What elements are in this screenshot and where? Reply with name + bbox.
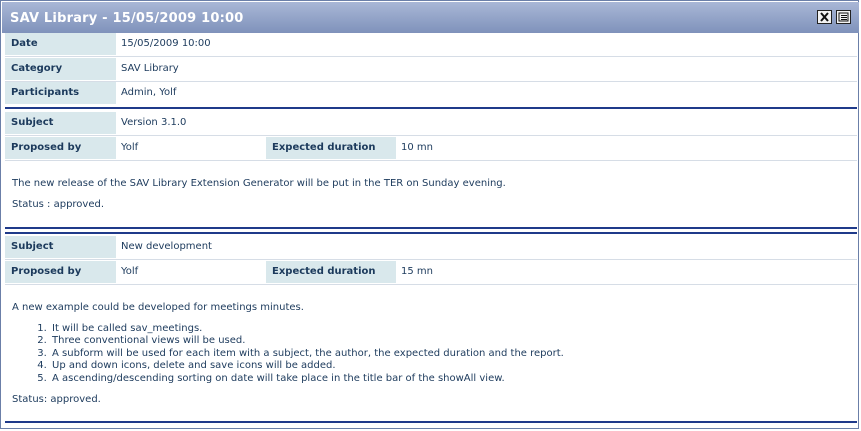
section-divider — [5, 227, 857, 229]
section-divider — [5, 107, 857, 109]
expected-duration-label: Expected duration — [266, 137, 396, 159]
item-status-text: Status : approved. — [12, 199, 105, 210]
date-label: Date — [5, 33, 116, 55]
close-icon[interactable] — [817, 10, 832, 24]
item-proposed-row: Proposed by Yolf Expected duration 15 mn — [5, 261, 857, 283]
list-item: It will be called sav_meetings. — [50, 323, 564, 335]
meeting-window: SAV Library - 15/05/2009 10:00 Date 15/0… — [0, 0, 859, 429]
list-item: A subform will be used for each item wit… — [50, 348, 564, 360]
item-subject-row: Subject Version 3.1.0 — [5, 112, 857, 134]
date-row: Date 15/05/2009 10:00 — [5, 33, 857, 55]
proposed-by-label: Proposed by — [5, 261, 116, 283]
divider — [5, 259, 857, 260]
divider — [5, 160, 857, 161]
category-row: Category SAV Library — [5, 58, 857, 80]
divider — [5, 284, 857, 285]
section-divider — [5, 232, 857, 234]
subject-value: Version 3.1.0 — [121, 117, 187, 128]
date-value: 15/05/2009 10:00 — [121, 38, 211, 49]
subject-label: Subject — [5, 236, 116, 258]
proposed-by-value: Yolf — [121, 142, 139, 153]
expected-duration-value: 10 mn — [401, 142, 433, 153]
item-proposed-row: Proposed by Yolf Expected duration 10 mn — [5, 137, 857, 159]
item-report-list: It will be called sav_meetings. Three co… — [12, 323, 564, 385]
section-divider — [5, 421, 857, 423]
category-label: Category — [5, 58, 116, 80]
title-bar: SAV Library - 15/05/2009 10:00 — [2, 2, 859, 33]
item-report-text: A new example could be developed for mee… — [12, 302, 304, 313]
item-status-text: Status: approved. — [12, 394, 101, 405]
proposed-by-value: Yolf — [121, 266, 139, 277]
list-item: Up and down icons, delete and save icons… — [50, 360, 564, 372]
expected-duration-label: Expected duration — [266, 261, 396, 283]
item-report-text: The new release of the SAV Library Exten… — [12, 178, 506, 189]
item-subject-row: Subject New development — [5, 236, 857, 258]
list-view-icon[interactable] — [836, 10, 851, 24]
participants-row: Participants Admin, Yolf — [5, 82, 857, 104]
subject-label: Subject — [5, 112, 116, 134]
window-title: SAV Library - 15/05/2009 10:00 — [10, 11, 244, 26]
category-value: SAV Library — [121, 63, 179, 74]
proposed-by-label: Proposed by — [5, 137, 116, 159]
expected-duration-value: 15 mn — [401, 266, 433, 277]
participants-value: Admin, Yolf — [121, 87, 177, 98]
subject-value: New development — [121, 241, 212, 252]
list-item: A ascending/descending sorting on date w… — [50, 373, 564, 385]
divider — [5, 135, 857, 136]
list-item: Three conventional views will be used. — [50, 335, 564, 347]
participants-label: Participants — [5, 82, 116, 104]
divider — [5, 56, 857, 57]
